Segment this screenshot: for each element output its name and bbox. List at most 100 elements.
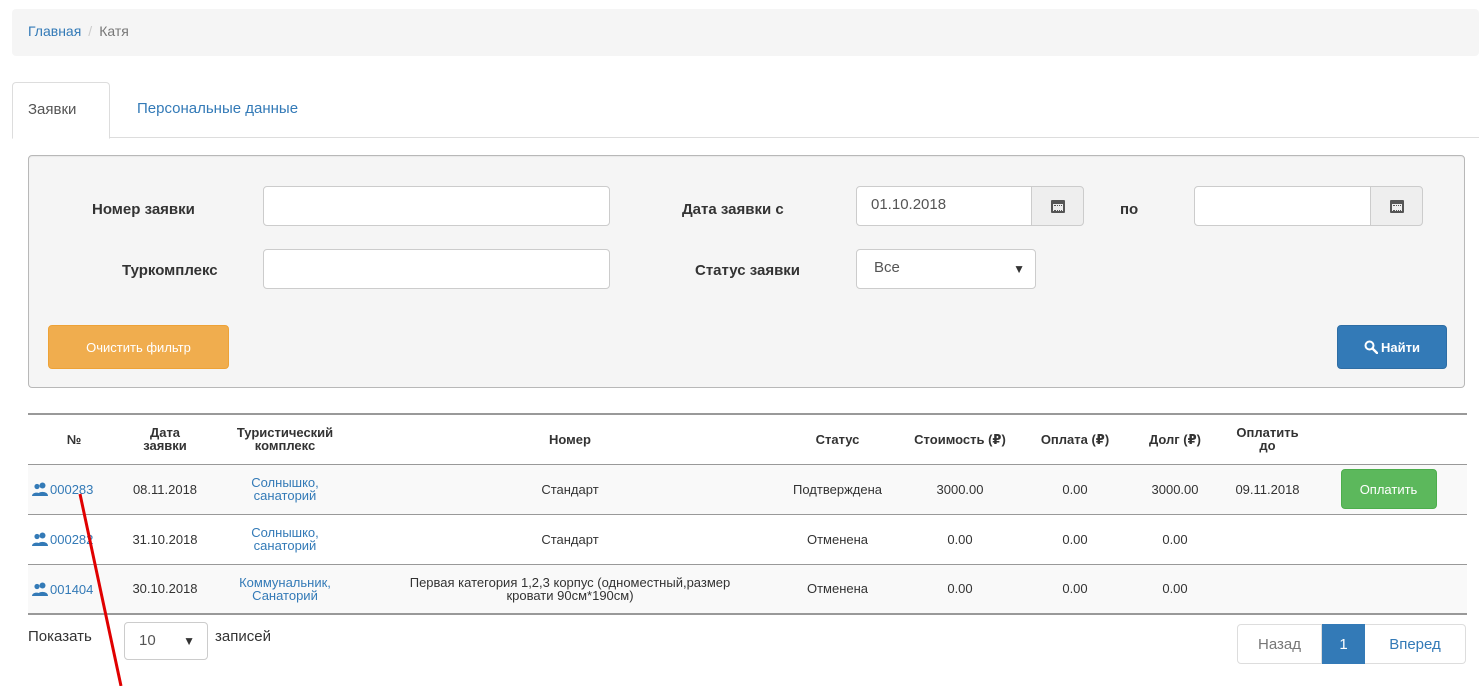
room-cell: Стандарт	[360, 464, 780, 515]
table-row: 001404 30.10.2018 Коммунальник, Санаторий…	[28, 564, 1467, 615]
date-from-input[interactable]: 01.10.2018	[856, 186, 1032, 226]
page-size-value: 10	[139, 632, 156, 649]
complex-input[interactable]	[263, 249, 610, 289]
pay-by-cell	[1225, 514, 1310, 565]
complex-link-line2: санаторий	[253, 538, 317, 553]
date-from-label: Дата заявки с	[682, 201, 784, 218]
entries-label: записей	[215, 628, 271, 645]
paid-cell: 0.00	[1025, 564, 1125, 615]
complex-link-line2: Санаторий	[252, 587, 318, 603]
col-header-debt[interactable]: Долг (₽)	[1125, 413, 1225, 465]
users-icon	[32, 532, 48, 546]
orders-table: № Дата заявки Туристический комплекс Номер…	[28, 413, 1467, 615]
users-icon	[32, 582, 48, 596]
complex-link-line2: санаторий	[253, 488, 317, 503]
pagination-next[interactable]: Вперед	[1365, 624, 1466, 664]
col-header-cost[interactable]: Стоимость (₽)	[895, 413, 1025, 465]
col-header-date-line2: заявки	[143, 438, 187, 454]
table-row: 000283 08.11.2018 Солнышко, санаторий Ста…	[28, 464, 1467, 515]
complex-cell: Солнышко, санаторий	[210, 514, 360, 565]
status-cell: Отменена	[780, 564, 895, 615]
debt-cell: 0.00	[1125, 514, 1225, 565]
users-icon	[32, 482, 48, 496]
calendar-icon	[1050, 199, 1065, 213]
complex-link[interactable]: Коммунальник, Санаторий	[239, 575, 331, 603]
caret-down-icon: ▼	[1013, 262, 1025, 276]
col-header-pay-by[interactable]: Оплатить до	[1225, 413, 1310, 465]
room-cell: Стандарт	[360, 514, 780, 565]
search-button-label: Найти	[1381, 339, 1420, 355]
col-header-date[interactable]: Дата заявки	[120, 413, 210, 465]
paid-cell: 0.00	[1025, 514, 1125, 565]
actions-cell	[1310, 564, 1467, 615]
complex-link[interactable]: Солнышко, санаторий	[251, 475, 319, 503]
page-size-select[interactable]: 10 ▼	[124, 622, 208, 660]
room-line1: Стандарт	[541, 531, 599, 547]
breadcrumb-separator: /	[88, 23, 93, 39]
breadcrumb: Главная / Катя	[12, 9, 1479, 56]
show-label: Показать	[28, 628, 92, 645]
order-number-cell: 001404	[28, 564, 120, 615]
status-select[interactable]: Все ▼	[856, 249, 1036, 289]
order-date: 31.10.2018	[120, 514, 210, 565]
order-date: 30.10.2018	[120, 564, 210, 615]
tab-bar: Заявки Персональные данные	[12, 82, 1479, 139]
cost-cell: 3000.00	[895, 464, 1025, 515]
order-number-cell: 000282	[28, 514, 120, 565]
tab-personal-data[interactable]: Персональные данные	[122, 82, 313, 138]
col-header-status[interactable]: Статус	[780, 413, 895, 465]
date-from-calendar-button[interactable]	[1031, 186, 1084, 226]
order-number-cell: 000283	[28, 464, 120, 515]
room-line1: Стандарт	[541, 481, 599, 497]
date-to-calendar-button[interactable]	[1370, 186, 1423, 226]
paid-cell: 0.00	[1025, 464, 1125, 515]
search-icon	[1364, 340, 1379, 354]
breadcrumb-home-link[interactable]: Главная	[28, 23, 81, 39]
status-cell: Отменена	[780, 514, 895, 565]
order-link[interactable]: 000282	[50, 532, 93, 547]
status-label: Статус заявки	[695, 262, 801, 279]
tab-orders[interactable]: Заявки	[12, 82, 110, 139]
complex-cell: Солнышко, санаторий	[210, 464, 360, 515]
order-date: 08.11.2018	[120, 464, 210, 515]
debt-cell: 3000.00	[1125, 464, 1225, 515]
order-number-input[interactable]	[263, 186, 610, 226]
breadcrumb-current: Катя	[99, 23, 129, 39]
table-header-row: № Дата заявки Туристический комплекс Номер…	[28, 413, 1467, 465]
complex-label: Туркомплекс	[122, 262, 218, 279]
search-button[interactable]: Найти	[1337, 325, 1447, 369]
col-header-complex-line2: комплекс	[254, 438, 316, 454]
debt-cell: 0.00	[1125, 564, 1225, 615]
pay-by-cell	[1225, 564, 1310, 615]
date-to-label: по	[1120, 201, 1139, 218]
col-header-paid[interactable]: Оплата (₽)	[1025, 413, 1125, 465]
table-row: 000282 31.10.2018 Солнышко, санаторий Ста…	[28, 514, 1467, 565]
status-select-value: Все	[874, 259, 900, 276]
caret-down-icon: ▼	[183, 634, 195, 648]
order-number-label: Номер заявки	[92, 201, 195, 218]
col-header-complex[interactable]: Туристический комплекс	[210, 413, 360, 465]
complex-link[interactable]: Солнышко, санаторий	[251, 525, 319, 553]
col-header-num[interactable]: №	[28, 413, 120, 465]
room-line2: кровати 90см*190см)	[506, 587, 634, 603]
date-to-input[interactable]	[1194, 186, 1371, 226]
clear-filter-button[interactable]: Очистить фильтр	[48, 325, 229, 369]
col-header-actions	[1310, 413, 1467, 465]
pay-button[interactable]: Оплатить	[1340, 469, 1437, 509]
pagination-page-1[interactable]: 1	[1322, 624, 1365, 664]
status-cell: Подтверждена	[780, 464, 895, 515]
order-link[interactable]: 000283	[50, 482, 93, 497]
order-link[interactable]: 001404	[50, 582, 93, 597]
filter-panel: Номер заявки Дата заявки с 01.10.2018 по…	[28, 155, 1465, 388]
col-header-pay-by-line2: до	[1259, 438, 1276, 454]
col-header-room[interactable]: Номер	[360, 413, 780, 465]
pagination-prev[interactable]: Назад	[1237, 624, 1322, 664]
pay-by-cell: 09.11.2018	[1225, 464, 1310, 515]
actions-cell: Оплатить	[1310, 464, 1467, 515]
cost-cell: 0.00	[895, 514, 1025, 565]
complex-cell: Коммунальник, Санаторий	[210, 564, 360, 615]
actions-cell	[1310, 514, 1467, 565]
calendar-icon	[1389, 199, 1404, 213]
room-cell: Первая категория 1,2,3 корпус (одноместн…	[360, 564, 780, 615]
cost-cell: 0.00	[895, 564, 1025, 615]
